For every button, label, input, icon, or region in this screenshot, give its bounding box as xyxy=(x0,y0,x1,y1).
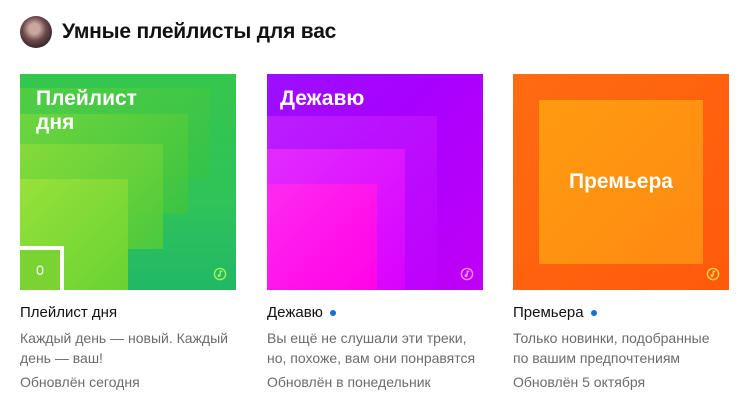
avatar[interactable] xyxy=(20,16,52,48)
playlist-title-text[interactable]: Премьера xyxy=(513,304,584,322)
playlist-description: Вы ещё не слушали эти треки, но, похоже,… xyxy=(267,328,483,368)
description-line: по вашим предпочтениям xyxy=(513,350,681,366)
new-dot-icon xyxy=(590,310,597,316)
playlist-title-text[interactable]: Плейлист дня xyxy=(20,304,117,322)
playlist-title[interactable]: Премьера xyxy=(513,304,729,322)
playlist-cover[interactable]: Дежавю xyxy=(267,74,483,290)
updated-text: Обновлён 5 октября xyxy=(513,374,646,390)
cover-label: Премьера xyxy=(569,170,673,193)
playlist-cover[interactable]: Плейлист дня 0 xyxy=(20,74,236,290)
cover-label: Плейлист дня xyxy=(36,87,137,135)
description-line: Вы ещё не слушали эти треки, xyxy=(267,330,467,346)
playlist-description: Каждый день — новый. Каждый день — ваш! xyxy=(20,328,236,368)
playlist-description: Только новинки, подобранные по вашим пре… xyxy=(513,328,729,368)
cover-shape xyxy=(267,184,377,290)
playlist-cover[interactable]: Премьера xyxy=(513,74,729,290)
playlist-card-daily[interactable]: Плейлист дня 0 Плейлист дня Каждый день … xyxy=(20,74,236,392)
playlist-title[interactable]: Плейлист дня xyxy=(20,304,236,322)
counter-badge: 0 xyxy=(20,246,64,290)
playlist-card-dejavu[interactable]: Дежавю Дежавю Вы ещё не слушали эти трек… xyxy=(267,74,483,392)
music-note-circle-icon xyxy=(213,267,227,281)
music-note-circle-icon xyxy=(706,267,720,281)
playlist-card-premiere[interactable]: Премьера Премьера Только новинки, подобр… xyxy=(513,74,729,392)
cover-label-line: дня xyxy=(36,111,75,134)
updated-text: Обновлён сегодня xyxy=(20,374,140,390)
cover-label-line: Плейлист xyxy=(36,87,137,110)
playlist-title-text[interactable]: Дежавю xyxy=(267,304,323,322)
new-dot-icon xyxy=(329,310,336,316)
music-note-circle-icon xyxy=(460,267,474,281)
description-line: Только новинки, подобранные xyxy=(513,330,710,346)
section-title: Умные плейлисты для вас xyxy=(62,20,337,43)
cover-label: Дежавю xyxy=(280,87,365,110)
section-header: Умные плейлисты для вас xyxy=(20,14,336,50)
updated-text: Обновлён в понедельник xyxy=(267,374,431,390)
description-line: Каждый день — новый. Каждый xyxy=(20,330,228,346)
description-line: но, похоже, вам они понравятся xyxy=(267,350,476,366)
playlist-title[interactable]: Дежавю xyxy=(267,304,483,322)
description-line: день — ваш! xyxy=(20,350,103,366)
